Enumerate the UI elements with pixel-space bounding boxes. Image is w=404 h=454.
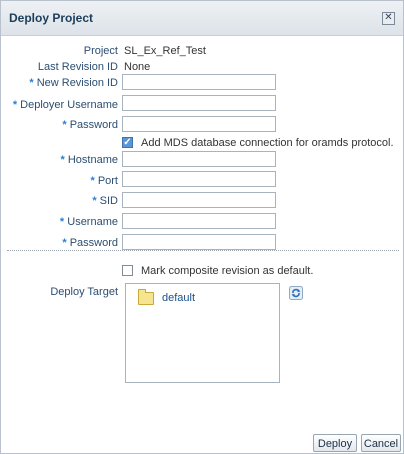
hostname-label-text: Hostname: [67, 154, 118, 166]
required-marker: *: [59, 216, 65, 228]
add-mds-checkbox[interactable]: ✓: [122, 137, 133, 148]
last-revision-value: None: [124, 61, 151, 73]
cancel-button[interactable]: Cancel: [361, 434, 401, 452]
dialog-titlebar: Deploy Project ✕: [1, 1, 403, 36]
required-marker: *: [29, 77, 34, 89]
deploy-target-label: Deploy Target: [50, 286, 118, 298]
new-revision-label-text: New Revision ID: [36, 77, 118, 89]
deployer-username-label-text: Deployer Username: [20, 99, 118, 111]
add-mds-label: Add MDS database connection for oramds p…: [141, 137, 394, 149]
port-label-text: Port: [97, 175, 118, 187]
password-label-text: Password: [69, 119, 118, 131]
dialog-title: Deploy Project: [9, 11, 94, 25]
required-marker: *: [90, 175, 95, 187]
db-username-label: * Username: [10, 216, 118, 228]
hostname-label: * Hostname: [10, 154, 118, 166]
required-marker: *: [12, 99, 18, 111]
password-label: * Password: [10, 119, 118, 131]
mark-default-checkbox[interactable]: [122, 265, 133, 276]
required-marker: *: [60, 154, 65, 166]
new-revision-input[interactable]: [122, 74, 276, 90]
last-revision-label: Last Revision ID: [37, 61, 118, 73]
sid-input[interactable]: [122, 192, 276, 208]
deploy-project-dialog: Deploy Project ✕ Project SL_Ex_Ref_Test …: [0, 0, 404, 454]
sid-label-text: SID: [99, 195, 118, 207]
db-username-label-text: Username: [67, 216, 118, 228]
required-marker: *: [92, 195, 97, 207]
project-value: SL_Ex_Ref_Test: [124, 45, 206, 57]
deploy-target-tree[interactable]: default: [125, 283, 280, 383]
tree-item-default[interactable]: default: [162, 292, 195, 304]
password-input[interactable]: [122, 116, 276, 132]
section-divider: [7, 250, 399, 252]
port-input[interactable]: [122, 171, 276, 187]
required-marker: *: [62, 119, 67, 131]
folder-icon: [138, 289, 154, 305]
hostname-input[interactable]: [122, 151, 276, 167]
project-label: Project: [83, 45, 118, 57]
db-password-label: * Password: [10, 237, 118, 249]
db-password-input[interactable]: [122, 234, 276, 250]
deployer-username-label: * Deployer Username: [10, 99, 118, 111]
refresh-icon[interactable]: [289, 286, 303, 300]
db-username-input[interactable]: [122, 213, 276, 229]
required-marker: *: [62, 237, 67, 249]
mark-default-label: Mark composite revision as default.: [141, 265, 314, 277]
port-label: * Port: [10, 175, 118, 187]
db-password-label-text: Password: [69, 237, 118, 249]
deploy-button[interactable]: Deploy: [313, 434, 357, 452]
new-revision-label: * New Revision ID: [10, 77, 118, 89]
sid-label: * SID: [10, 195, 118, 207]
close-icon[interactable]: ✕: [382, 12, 395, 25]
deployer-username-input[interactable]: [122, 95, 276, 111]
